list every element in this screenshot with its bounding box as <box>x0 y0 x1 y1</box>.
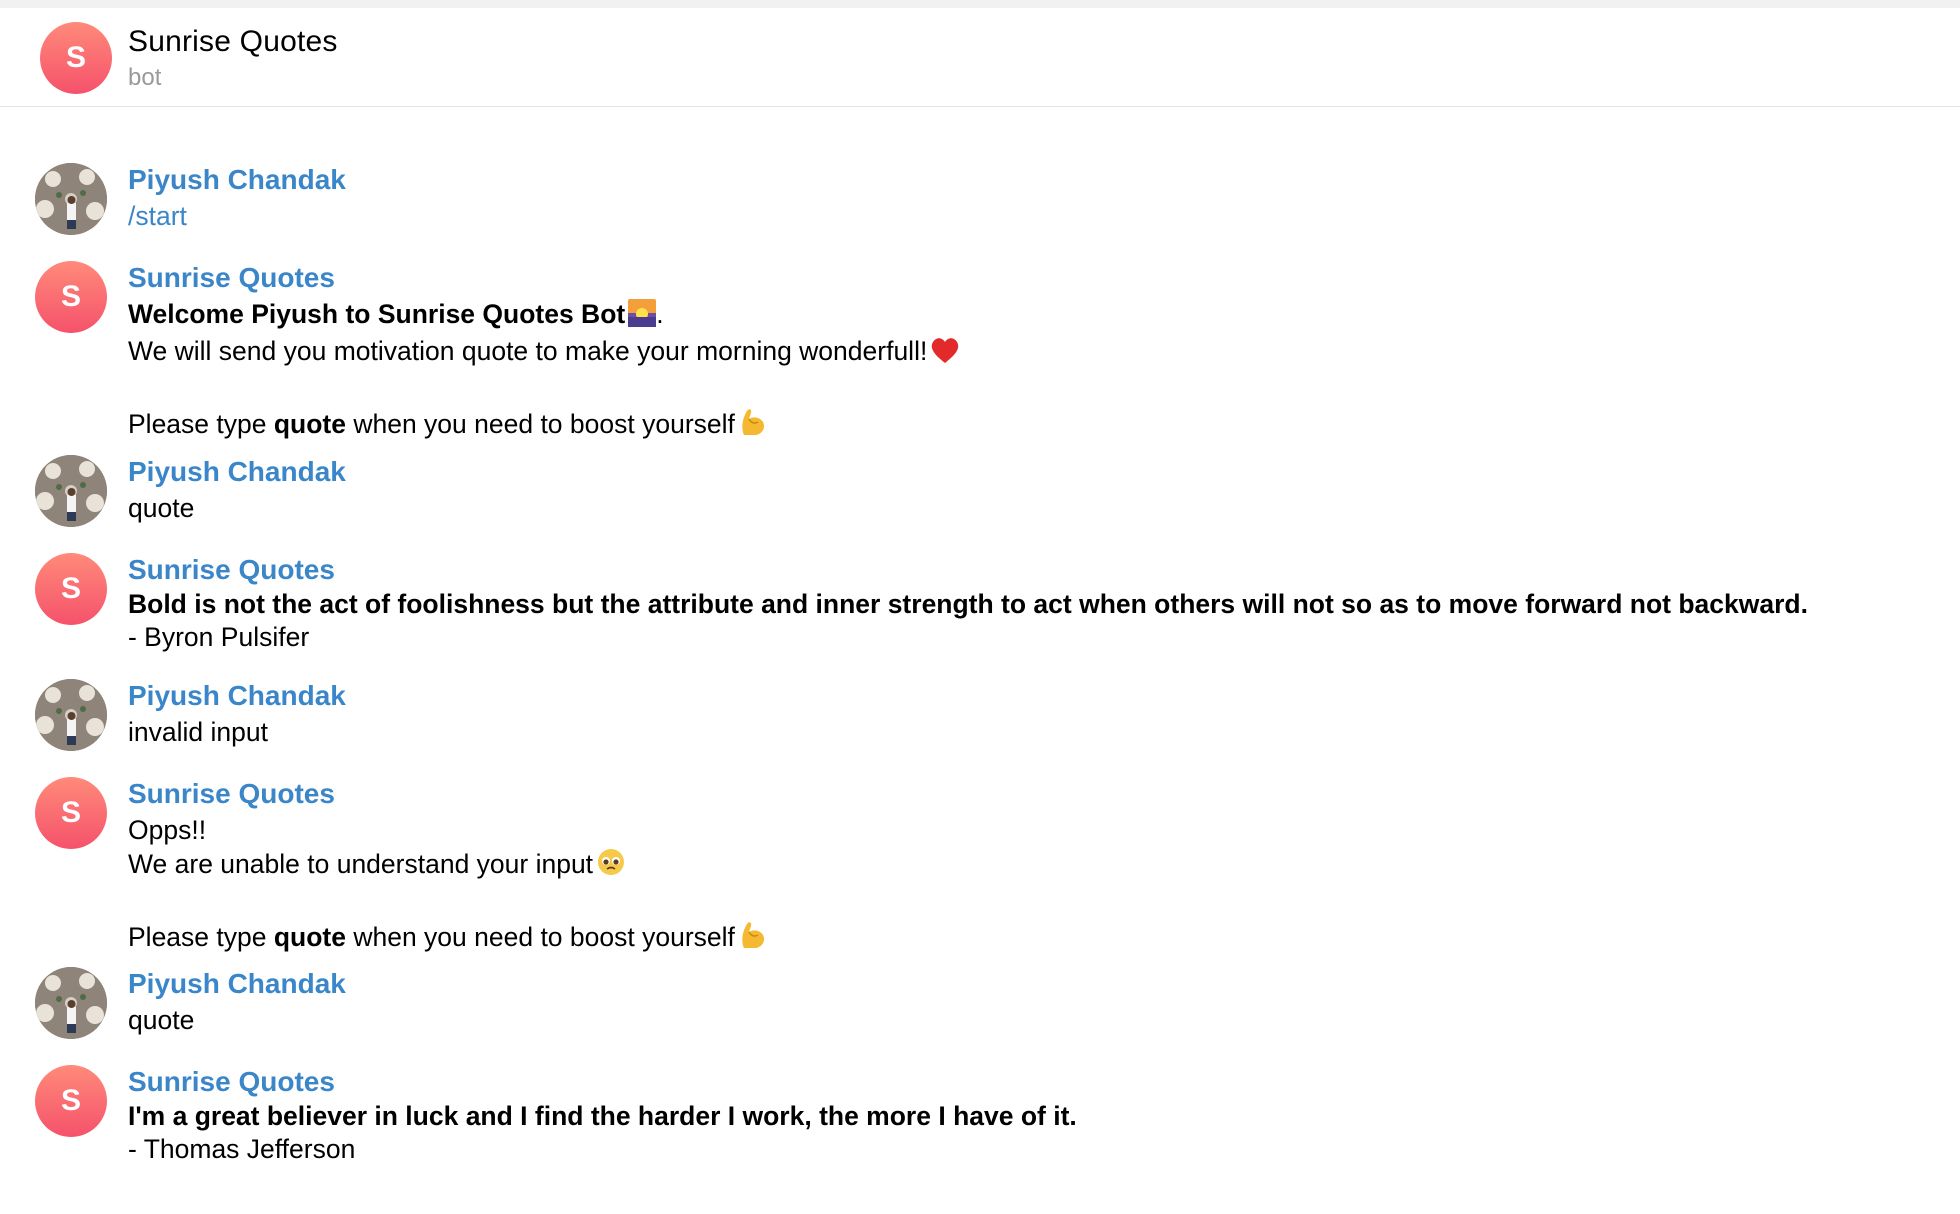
user-avatar[interactable] <box>35 967 107 1039</box>
message-text: invalid input <box>128 716 268 749</box>
user-photo <box>35 967 107 1039</box>
prompt-pre: Please type <box>128 922 274 952</box>
message-text: /start <box>128 200 187 233</box>
chat-subtitle: bot <box>128 64 162 91</box>
bot-avatar[interactable]: S <box>35 777 107 849</box>
sender-name[interactable]: Piyush Chandak <box>128 968 346 1000</box>
quote-text: I'm a great believer in luck and I find … <box>128 1101 1077 1131</box>
sunrise-icon <box>628 299 657 335</box>
user-photo <box>35 455 107 527</box>
message-text: quote <box>128 492 194 525</box>
message-line: quote <box>128 493 195 523</box>
error-title: Opps!! <box>128 815 207 845</box>
user-avatar[interactable] <box>35 679 107 751</box>
message-text: Welcome Piyush to Sunrise Quotes Bot. We… <box>128 298 960 445</box>
flexed-biceps-icon <box>738 920 768 958</box>
sender-name[interactable]: Sunrise Quotes <box>128 1066 335 1098</box>
sender-name[interactable]: Sunrise Quotes <box>128 554 335 586</box>
message-text: I'm a great believer in luck and I find … <box>128 1100 1077 1165</box>
bot-avatar[interactable]: S <box>35 1065 107 1137</box>
user-avatar[interactable] <box>35 455 107 527</box>
user-photo <box>35 679 107 751</box>
chat-avatar[interactable]: S <box>40 22 112 94</box>
pleading-face-icon <box>596 847 626 885</box>
bot-avatar[interactable]: S <box>35 261 107 333</box>
quote-author: - Thomas Jefferson <box>128 1133 356 1164</box>
window-top-strip <box>0 0 1960 8</box>
bot-avatar[interactable]: S <box>35 553 107 625</box>
heart-icon <box>930 336 960 372</box>
sender-name[interactable]: Piyush Chandak <box>128 456 346 488</box>
message-text: quote <box>128 1004 194 1037</box>
prompt-pre: Please type <box>128 409 274 439</box>
prompt-post: when you need to boost yourself <box>345 409 735 439</box>
quote-text: Bold is not the act of foolishness but t… <box>128 589 1808 619</box>
sender-name[interactable]: Sunrise Quotes <box>128 778 335 810</box>
message-line: invalid input <box>128 717 268 747</box>
sender-name[interactable]: Sunrise Quotes <box>128 262 335 294</box>
chat-title[interactable]: Sunrise Quotes <box>128 25 338 59</box>
welcome-heading: Welcome Piyush to Sunrise Quotes Bot <box>128 299 626 329</box>
prompt-post: when you need to boost yourself <box>345 922 735 952</box>
error-line: We are unable to understand your input <box>128 848 594 879</box>
sender-name[interactable]: Piyush Chandak <box>128 164 346 196</box>
message-line: quote <box>128 1005 195 1035</box>
prompt-keyword: quote <box>273 409 346 439</box>
message-text: Opps!! We are unable to understand your … <box>128 814 768 958</box>
welcome-suffix: . <box>656 299 664 329</box>
chat-header: S Sunrise Quotes bot <box>0 8 1960 107</box>
quote-author: - Byron Pulsifer <box>128 621 310 652</box>
message-text: Bold is not the act of foolishness but t… <box>128 588 1808 653</box>
user-avatar[interactable] <box>35 163 107 235</box>
welcome-line: We will send you motivation quote to mak… <box>128 335 928 366</box>
flexed-biceps-icon <box>738 407 768 445</box>
sender-name[interactable]: Piyush Chandak <box>128 680 346 712</box>
prompt-keyword: quote <box>273 922 346 952</box>
command-link[interactable]: /start <box>128 200 187 233</box>
user-photo <box>35 163 107 235</box>
